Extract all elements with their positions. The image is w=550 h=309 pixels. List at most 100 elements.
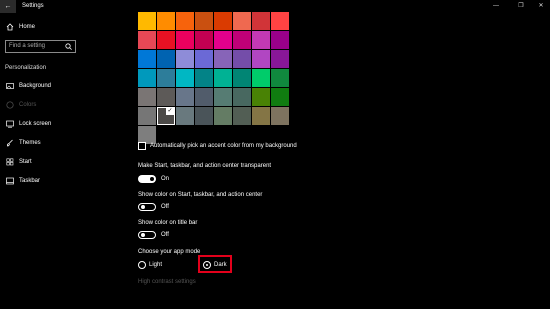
color-start-toggle[interactable] xyxy=(138,203,156,211)
toggle-knob xyxy=(150,177,154,181)
sidebar-item-lock-screen[interactable]: Lock screen xyxy=(6,120,76,130)
accent-swatch[interactable] xyxy=(176,31,194,49)
color-titlebar-state: Off xyxy=(161,232,169,238)
accent-swatch[interactable] xyxy=(138,107,156,125)
sidebar-item-label: Lock screen xyxy=(19,121,52,127)
picture-icon xyxy=(6,82,14,90)
sidebar-item-label: Start xyxy=(19,159,32,165)
app-mode-light-option[interactable]: Light xyxy=(138,261,178,270)
accent-swatch[interactable] xyxy=(252,50,270,68)
taskbar-icon xyxy=(6,177,14,185)
toggle-knob xyxy=(141,205,145,209)
light-radio[interactable] xyxy=(138,261,146,269)
search-icon[interactable] xyxy=(65,43,72,50)
accent-swatch[interactable] xyxy=(176,69,194,87)
accent-swatch[interactable] xyxy=(138,31,156,49)
accent-swatch[interactable] xyxy=(252,107,270,125)
auto-accent-option[interactable]: Automatically pick an accent color from … xyxy=(138,142,438,151)
accent-swatch[interactable] xyxy=(195,12,213,30)
light-label: Light xyxy=(149,262,163,268)
accent-swatch[interactable] xyxy=(271,31,289,49)
accent-swatch[interactable] xyxy=(233,31,251,49)
accent-swatch[interactable] xyxy=(214,107,232,125)
accent-swatch[interactable] xyxy=(138,88,156,106)
accent-swatch[interactable] xyxy=(138,12,156,30)
minimize-button[interactable]: — xyxy=(487,0,505,13)
auto-accent-checkbox[interactable] xyxy=(138,142,146,150)
accent-swatch[interactable] xyxy=(214,69,232,87)
accent-swatch[interactable] xyxy=(138,50,156,68)
color-titlebar-toggle[interactable] xyxy=(138,231,156,239)
accent-swatch[interactable] xyxy=(138,69,156,87)
maximize-button[interactable]: ❐ xyxy=(512,0,530,13)
sidebar-item-label: Themes xyxy=(19,140,41,146)
sidebar-item-label: Background xyxy=(19,83,52,89)
sidebar: Home Find a setting Personalization Back… xyxy=(0,13,80,309)
accent-swatch[interactable] xyxy=(233,50,251,68)
accent-swatch[interactable] xyxy=(252,31,270,49)
accent-swatch[interactable] xyxy=(195,31,213,49)
sidebar-item-home[interactable]: Home xyxy=(6,23,76,35)
accent-swatch[interactable] xyxy=(176,50,194,68)
color-titlebar-label: Show color on title bar xyxy=(138,220,198,226)
accent-swatch[interactable] xyxy=(252,69,270,87)
accent-swatch[interactable] xyxy=(252,12,270,30)
accent-swatch[interactable] xyxy=(271,69,289,87)
color-start-state: Off xyxy=(161,204,169,210)
toggle-knob xyxy=(141,233,145,237)
high-contrast-link[interactable]: High contrast settings xyxy=(138,279,196,285)
close-button[interactable]: ✕ xyxy=(532,0,550,13)
sidebar-item-label: Home xyxy=(19,24,36,30)
sidebar-item-colors[interactable]: Colors xyxy=(6,101,76,111)
accent-swatch[interactable] xyxy=(157,50,175,68)
home-icon xyxy=(6,23,14,31)
accent-swatch[interactable] xyxy=(271,50,289,68)
accent-swatch[interactable] xyxy=(176,88,194,106)
accent-swatch[interactable] xyxy=(271,88,289,106)
accent-swatch[interactable] xyxy=(195,50,213,68)
palette-icon xyxy=(6,101,14,109)
transparency-label: Make Start, taskbar, and action center t… xyxy=(138,163,272,169)
sidebar-item-background[interactable]: Background xyxy=(6,82,76,92)
search-input[interactable]: Find a setting xyxy=(5,40,76,53)
checkmark-icon: ✓ xyxy=(166,108,174,115)
accent-swatch[interactable] xyxy=(157,31,175,49)
back-button[interactable]: ← xyxy=(0,0,16,13)
app-mode-label: Choose your app mode xyxy=(138,249,201,255)
accent-swatch[interactable] xyxy=(214,12,232,30)
brush-icon xyxy=(6,139,14,147)
accent-swatch[interactable] xyxy=(214,88,232,106)
accent-swatch[interactable] xyxy=(252,88,270,106)
sidebar-item-taskbar[interactable]: Taskbar xyxy=(6,177,76,187)
sidebar-item-themes[interactable]: Themes xyxy=(6,139,76,149)
accent-swatch[interactable] xyxy=(176,107,194,125)
lock-screen-icon xyxy=(6,120,14,128)
transparency-state: On xyxy=(161,176,170,182)
window-title: Settings xyxy=(22,3,44,9)
transparency-toggle[interactable] xyxy=(138,175,156,183)
accent-swatch[interactable] xyxy=(195,107,213,125)
accent-swatch[interactable] xyxy=(195,69,213,87)
accent-swatch[interactable] xyxy=(271,107,289,125)
main-content: ✓ Automatically pick an accent color fro… xyxy=(138,12,438,309)
accent-swatch[interactable] xyxy=(195,88,213,106)
sidebar-item-label: Colors xyxy=(19,102,37,108)
sidebar-item-label: Taskbar xyxy=(19,178,41,184)
section-title: Personalization xyxy=(5,65,47,71)
accent-swatch[interactable] xyxy=(233,12,251,30)
accent-swatch[interactable] xyxy=(157,88,175,106)
sidebar-item-start[interactable]: Start xyxy=(6,158,76,168)
accent-swatch[interactable] xyxy=(271,12,289,30)
accent-swatch[interactable] xyxy=(233,69,251,87)
back-arrow-icon: ← xyxy=(4,3,12,10)
accent-swatch[interactable]: ✓ xyxy=(157,107,175,125)
accent-swatch[interactable] xyxy=(233,88,251,106)
accent-swatch[interactable] xyxy=(214,50,232,68)
accent-swatch[interactable] xyxy=(176,12,194,30)
highlight-annotation xyxy=(198,255,232,273)
accent-swatch[interactable] xyxy=(157,69,175,87)
search-placeholder: Find a setting xyxy=(9,43,46,49)
accent-swatch[interactable] xyxy=(157,12,175,30)
accent-swatch[interactable] xyxy=(214,31,232,49)
accent-swatch[interactable] xyxy=(233,107,251,125)
